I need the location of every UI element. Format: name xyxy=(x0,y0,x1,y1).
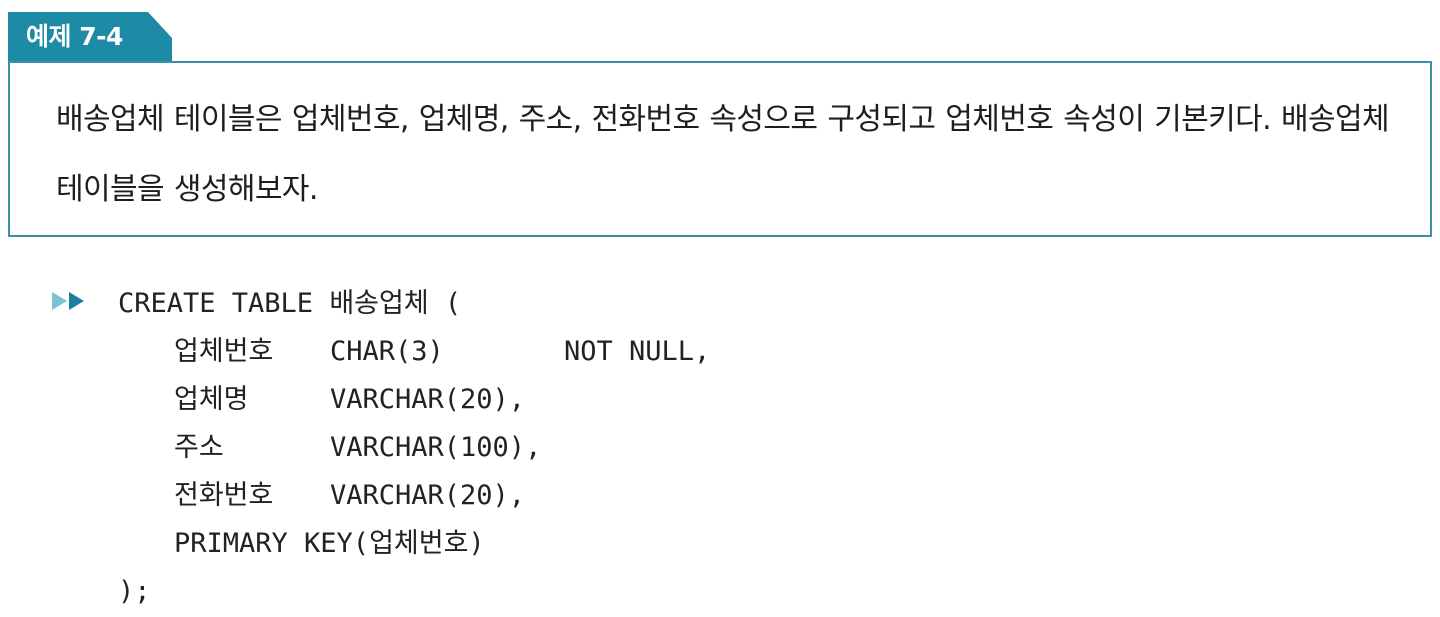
code-col-type-1: CHAR(3) xyxy=(330,336,444,367)
code-col-type-2: VARCHAR(20), xyxy=(330,384,526,415)
code-line-primary-key: PRIMARY KEY(업체번호) xyxy=(174,528,485,559)
code-col-name-2: 업체명 xyxy=(174,384,249,415)
example-description: 배송업체 테이블은 업체번호, 업체명, 주소, 전화번호 속성으로 구성되고 … xyxy=(56,102,1390,207)
triangle-dark-icon xyxy=(69,292,84,310)
example-label-tab: 예제 7-4 xyxy=(8,12,172,62)
code-line-closing: ); xyxy=(118,576,151,607)
run-marker-icon xyxy=(52,292,84,310)
code-col-name-1: 업체번호 xyxy=(174,336,274,367)
code-line-create: CREATE TABLE 배송업체 ( xyxy=(118,288,462,319)
triangle-light-icon xyxy=(52,292,67,310)
code-col-type-3: VARCHAR(100), xyxy=(330,432,542,463)
code-col-constraint-1: NOT NULL, xyxy=(564,336,711,367)
example-box: 배송업체 테이블은 업체번호, 업체명, 주소, 전화번호 속성으로 구성되고 … xyxy=(8,61,1432,237)
code-col-name-3: 주소 xyxy=(174,432,224,463)
example-label: 예제 7-4 xyxy=(26,22,123,51)
code-col-name-4: 전화번호 xyxy=(174,480,274,511)
code-col-type-4: VARCHAR(20), xyxy=(330,480,526,511)
